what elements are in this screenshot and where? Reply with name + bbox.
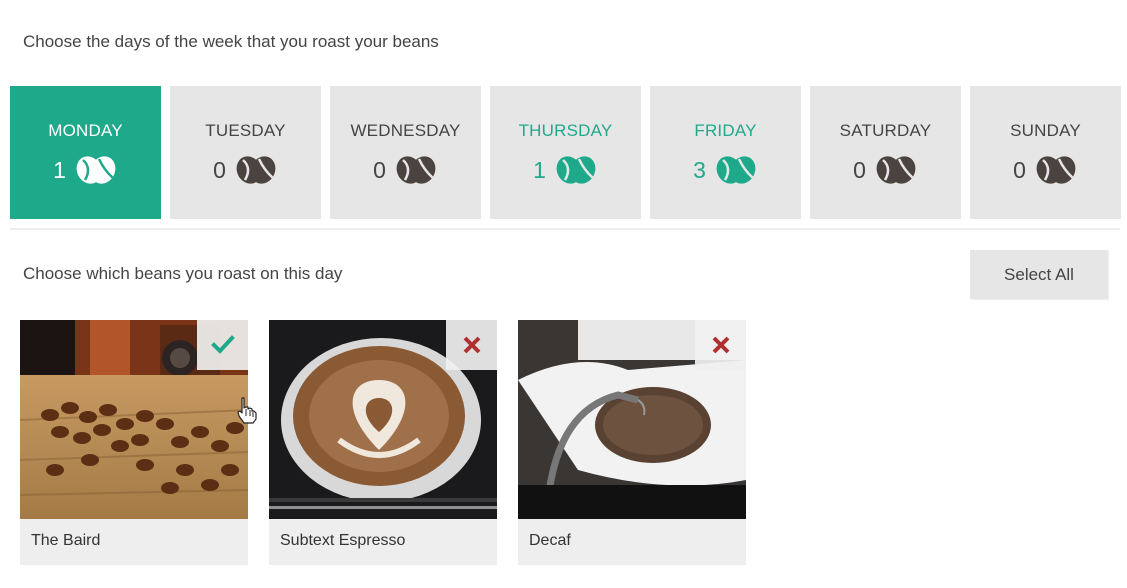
day-card-wednesday[interactable]: WEDNESDAY 0 <box>330 86 481 219</box>
selection-badge[interactable] <box>197 320 248 370</box>
section-divider <box>10 228 1120 230</box>
coffee-bean-icon <box>1034 155 1078 185</box>
day-count: 0 <box>1013 156 1026 183</box>
coffee-bean-icon <box>714 155 758 185</box>
bean-card-subtext-espresso[interactable]: Subtext Espresso <box>269 320 497 565</box>
days-row: MONDAY 1 TUESDAY 0 WEDNESDAY 0 THURSDAY … <box>10 86 1121 219</box>
day-card-monday[interactable]: MONDAY 1 <box>10 86 161 219</box>
day-name: WEDNESDAY <box>350 121 461 140</box>
day-card-tuesday[interactable]: TUESDAY 0 <box>170 86 321 219</box>
day-name: SUNDAY <box>1010 121 1081 140</box>
day-count: 0 <box>853 156 866 183</box>
close-icon <box>711 335 731 355</box>
selection-badge[interactable] <box>446 320 497 370</box>
bean-photo <box>20 320 248 519</box>
bean-card-decaf[interactable]: Decaf <box>518 320 746 565</box>
bean-photo <box>269 320 497 519</box>
bean-card-the-baird[interactable]: The Baird <box>20 320 248 565</box>
day-name: TUESDAY <box>205 121 286 140</box>
days-section-title: Choose the days of the week that you roa… <box>23 32 439 51</box>
close-icon <box>462 335 482 355</box>
day-card-friday[interactable]: FRIDAY 3 <box>650 86 801 219</box>
selection-badge[interactable] <box>695 320 746 370</box>
beans-row: The Baird Subtext Espresso Decaf <box>20 320 746 565</box>
bean-name: Decaf <box>529 532 571 549</box>
day-name: MONDAY <box>48 121 123 140</box>
select-all-button[interactable]: Select All <box>970 250 1108 299</box>
day-count: 1 <box>53 156 66 183</box>
day-name: SATURDAY <box>839 121 932 140</box>
bean-name: Subtext Espresso <box>280 532 406 549</box>
day-count: 0 <box>213 156 226 183</box>
beans-section-title: Choose which beans you roast on this day <box>23 264 343 283</box>
coffee-bean-icon <box>74 155 118 185</box>
coffee-bean-icon <box>874 155 918 185</box>
day-name: FRIDAY <box>694 121 757 140</box>
bean-photo <box>518 320 746 519</box>
coffee-bean-icon <box>394 155 438 185</box>
day-count: 3 <box>693 156 706 183</box>
day-count: 0 <box>373 156 386 183</box>
hand-cursor-icon <box>235 396 259 429</box>
check-icon <box>210 335 235 355</box>
coffee-bean-icon <box>554 155 598 185</box>
day-name: THURSDAY <box>518 121 613 140</box>
day-card-saturday[interactable]: SATURDAY 0 <box>810 86 961 219</box>
day-card-sunday[interactable]: SUNDAY 0 <box>970 86 1121 219</box>
coffee-bean-icon <box>234 155 278 185</box>
bean-name: The Baird <box>31 532 101 549</box>
day-card-thursday[interactable]: THURSDAY 1 <box>490 86 641 219</box>
day-count: 1 <box>533 156 546 183</box>
